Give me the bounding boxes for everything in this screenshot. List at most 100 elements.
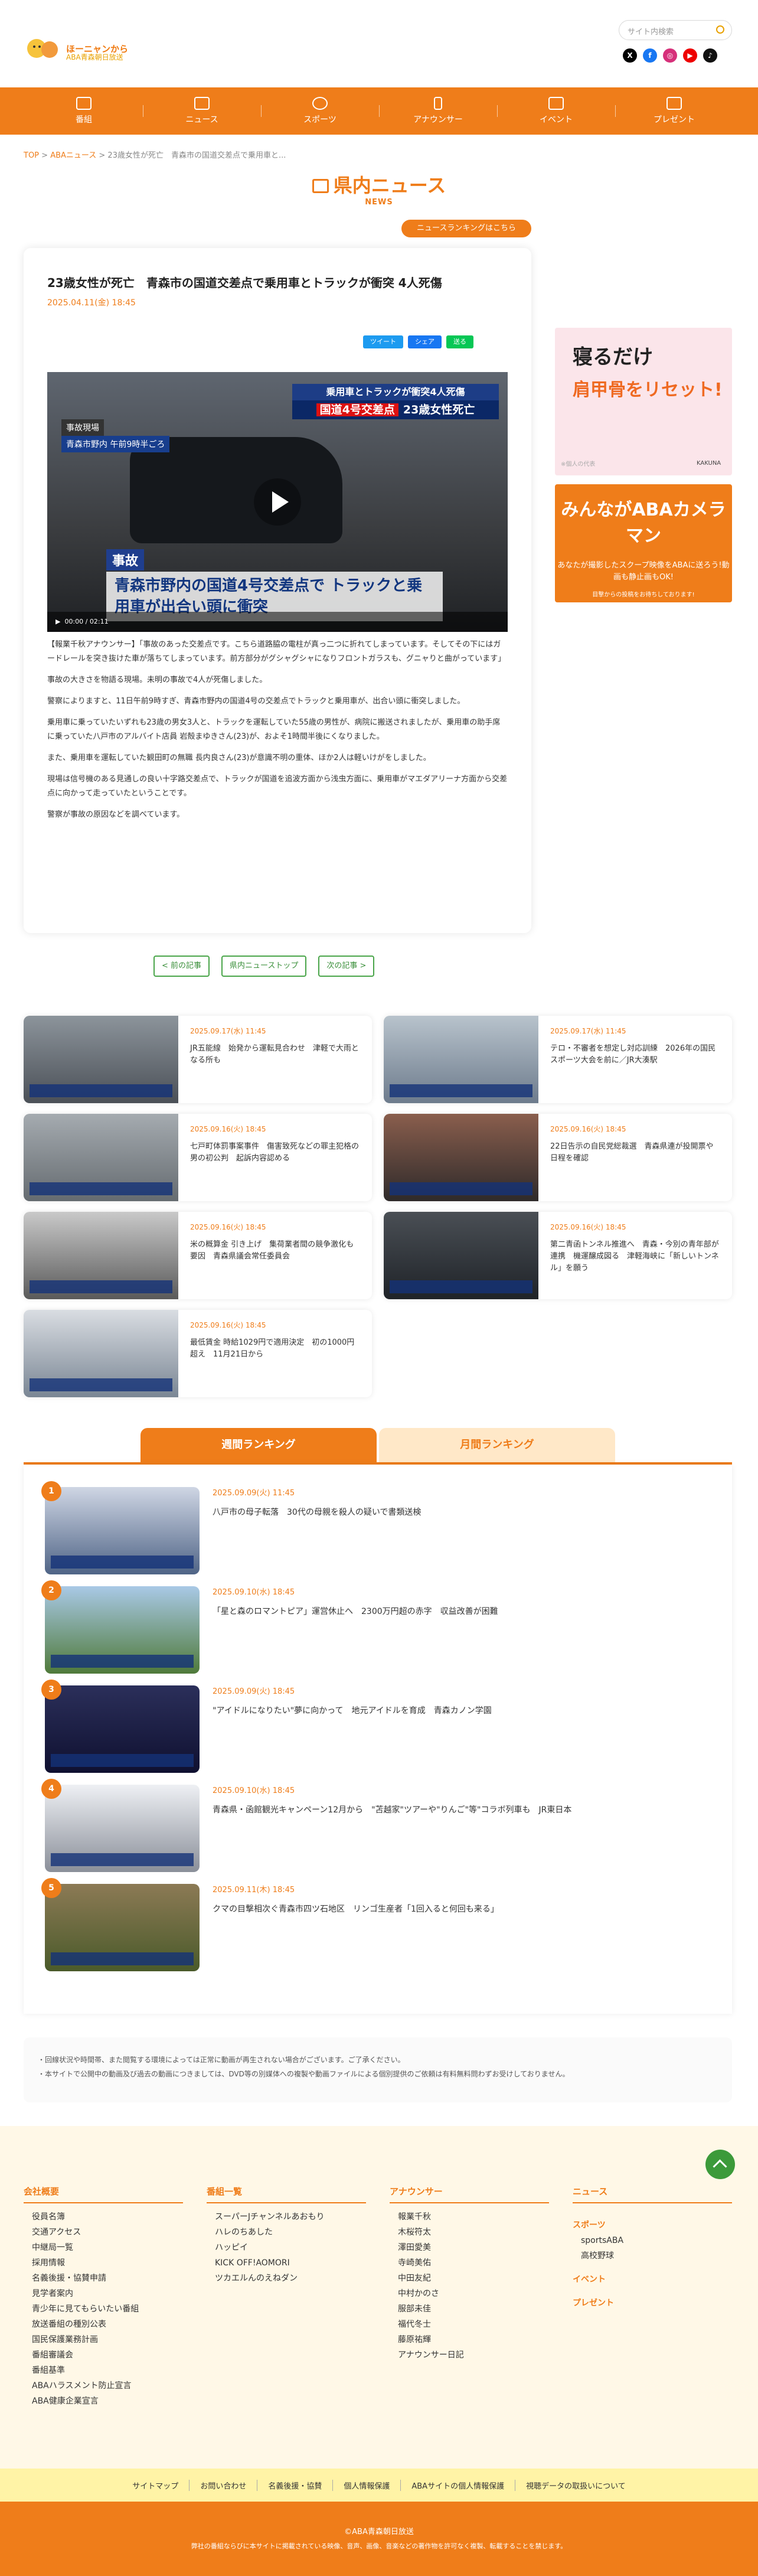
play-control-icon[interactable]: ▶ (55, 618, 60, 625)
ranking-item[interactable]: 5 2025.09.11(木) 18:45 クマの目撃相次ぐ青森市四ツ石地区 リンゴ… (41, 1878, 711, 1971)
footer-col-announcers: アナウンサー 報業千秋 木桜符太 澤田愛美 寺崎美佑 中田友紀 中村かのさ 服部… (390, 2185, 549, 2363)
footer-link[interactable]: 福代冬士 (390, 2317, 549, 2332)
ranking-item[interactable]: 1 2025.09.09(火) 11:45 八戸市の母子転落 30代の母親を殺人の疑… (41, 1481, 711, 1574)
footer-link[interactable]: ハッピイ (207, 2240, 366, 2255)
news-top-button[interactable]: 県内ニューストップ (221, 956, 307, 977)
footer-bottom-link[interactable]: 視聴データの取扱いについて (515, 2479, 636, 2491)
tab-monthly-ranking[interactable]: 月間ランキング (379, 1428, 615, 1462)
footer-bottom-link[interactable]: 個人情報保護 (332, 2479, 400, 2491)
footer-bottom-link[interactable]: 名義後援・協賛 (257, 2479, 332, 2491)
footer-bottom-link[interactable]: サイトマップ (122, 2480, 189, 2491)
footer-link[interactable]: 国民保護業務計画 (24, 2332, 183, 2347)
nav-news[interactable]: ニュース (143, 87, 261, 135)
video-controls[interactable]: ▶ 00:00 / 02:11 (47, 612, 508, 632)
footer-link[interactable]: 見学者案内 (24, 2286, 183, 2301)
footer-link[interactable]: 中田友紀 (390, 2271, 549, 2286)
footer-link[interactable]: 放送番組の種別公表 (24, 2317, 183, 2332)
footer-link[interactable]: 名義後援・協賛申請 (24, 2271, 183, 2286)
footer-link[interactable]: 高校野球 (573, 2248, 732, 2264)
nav-present[interactable]: プレゼント (615, 87, 733, 135)
facebook-icon[interactable]: f (643, 48, 657, 63)
rank-number: 2 (41, 1580, 61, 1600)
footer-heading[interactable]: アナウンサー (390, 2185, 549, 2203)
footer-link[interactable]: ハレのちあした (207, 2225, 366, 2240)
news-tile[interactable]: 2025.09.16(火) 18:45 第二青函トンネル推進へ 青森・今別の青年部… (384, 1212, 732, 1299)
nav-announcers[interactable]: アナウンサー (379, 87, 497, 135)
news-tile[interactable]: 2025.09.16(火) 18:45 七戸町体罰事案事件 傷害致死などの罪主犯格… (24, 1114, 372, 1201)
footer-link[interactable]: 中継局一覧 (24, 2240, 183, 2255)
footer-subheading[interactable]: プレゼント (573, 2287, 732, 2311)
nav-programs[interactable]: 番組 (25, 87, 143, 135)
breadcrumb: TOP > ABAニュース > 23歳女性が死亡 青森市の国道交差点で乗用車と.… (24, 151, 286, 160)
footer-link[interactable]: 服部未佳 (390, 2301, 549, 2317)
video-player[interactable]: 乗用車とトラックが衝突4人死傷 国道4号交差点 23歳女性死亡 事故現場 青森市野… (47, 372, 508, 632)
footer-link[interactable]: 中村かのさ (390, 2286, 549, 2301)
nav-sports[interactable]: スポーツ (261, 87, 379, 135)
footer-link[interactable]: 報業千秋 (390, 2209, 549, 2225)
footer-link[interactable]: 寺崎美佑 (390, 2255, 549, 2271)
footer-link[interactable]: 澤田愛美 (390, 2240, 549, 2255)
page-top-button[interactable] (705, 2150, 735, 2179)
line-share-button[interactable]: 送る (446, 335, 473, 348)
ranking-link-button[interactable]: ニュースランキングはこちら (401, 220, 531, 237)
footer-link[interactable]: sportsABA (573, 2233, 732, 2248)
ad-banner-pillow[interactable]: 寝るだけ 肩甲骨をリセット! ※個人の代表 KAKUNA (555, 328, 732, 475)
calendar-icon (548, 97, 564, 110)
prev-article-button[interactable]: < 前の記事 (153, 956, 210, 977)
site-logo[interactable]: ほーニャンから ABA青森朝日放送 (24, 34, 148, 63)
footer-link[interactable]: ABAハラスメント防止宣言 (24, 2378, 183, 2394)
footer-link[interactable]: 木桜符太 (390, 2225, 549, 2240)
footer-link[interactable]: 交通アクセス (24, 2225, 183, 2240)
footer-link[interactable]: スーパーJチャンネルあおもり (207, 2209, 366, 2225)
play-icon[interactable] (254, 478, 301, 526)
youtube-icon[interactable]: ▶ (683, 48, 697, 63)
facebook-share-button[interactable]: シェア (408, 335, 442, 348)
video-time: 00:00 / 02:11 (64, 618, 109, 625)
instagram-icon[interactable]: ◎ (663, 48, 677, 63)
footer-copyright: ©ABA青森朝日放送 弊社の番組ならびに本サイトに掲載されている映像、音声、画像… (0, 2502, 758, 2576)
footer-heading[interactable]: 番組一覧 (207, 2185, 366, 2203)
news-tile[interactable]: 2025.09.16(火) 18:45 22日告示の自民党総裁選 青森県連が投開票… (384, 1114, 732, 1201)
footer-heading[interactable]: 会社概要 (24, 2185, 183, 2203)
ranking-item[interactable]: 4 2025.09.10(水) 18:45 青森県・函館観光キャンペーン12月から … (41, 1779, 711, 1872)
tiktok-icon[interactable]: ♪ (703, 48, 717, 63)
notice-line: ・回線状況や時間帯、また閲覧する環境によっては正常に動画が再生されない場合がござ… (38, 2056, 405, 2064)
tweet-button[interactable]: ツイート (363, 335, 403, 348)
x-icon[interactable]: X (623, 48, 637, 63)
footer-bottom-link[interactable]: ABAサイトの個人情報保護 (400, 2479, 515, 2491)
footer-link[interactable]: 藤原祐輝 (390, 2332, 549, 2347)
footer-link[interactable]: 番組基準 (24, 2363, 183, 2378)
search-icon[interactable] (716, 25, 724, 34)
search-input[interactable]: サイト内検索 (619, 20, 732, 40)
footer-bottom-link[interactable]: お問い合わせ (189, 2479, 257, 2491)
news-tile[interactable]: 2025.09.16(火) 18:45 最低賃金 時給1029円で適用決定 初の1… (24, 1310, 372, 1397)
footer-link[interactable]: KICK OFF!AOMORI (207, 2255, 366, 2271)
next-article-button[interactable]: 次の記事 > (318, 956, 375, 977)
ranking-date: 2025.09.10(水) 18:45 (213, 1786, 295, 1795)
news-tile[interactable]: 2025.09.17(水) 11:45 テロ・不審者を想定し対応訓練 2026年の… (384, 1016, 732, 1103)
video-caption-sub-text: 23歳女性死亡 (403, 403, 475, 416)
tab-weekly-ranking[interactable]: 週間ランキング (141, 1428, 377, 1462)
article-paragraph: また、乗用車を運転していた観田町の無職 長内良さん(23)が意識不明の重体、ほか… (47, 754, 431, 762)
footer-heading[interactable]: ニュース (573, 2185, 732, 2203)
breadcrumb-news[interactable]: ABAニュース (50, 151, 96, 160)
ad-banner-camera[interactable]: みんながABAカメラマン あなたが撮影したスクープ映像をABAに送ろう!動画も静… (555, 484, 732, 602)
ranking-thumbnail (45, 1884, 200, 1971)
footer-link[interactable]: 役員名簿 (24, 2209, 183, 2225)
ranking-item[interactable]: 3 2025.09.09(火) 18:45 "アイドルになりたい"夢に向かって 地元… (41, 1680, 711, 1773)
ranking-item[interactable]: 2 2025.09.10(水) 18:45 「星と森のロマントピア」運営休止へ 23… (41, 1580, 711, 1674)
news-tile[interactable]: 2025.09.16(火) 18:45 米の概算金 引き上げ 集荷業者間の競争激化… (24, 1212, 372, 1299)
footer-link[interactable]: 青少年に見てもらいたい番組 (24, 2301, 183, 2317)
nav-events[interactable]: イベント (497, 87, 615, 135)
footer-link[interactable]: ABA健康企業宣言 (24, 2394, 183, 2409)
news-tile[interactable]: 2025.09.17(水) 11:45 JR五能線 始発から運転見合わせ 津軽で大… (24, 1016, 372, 1103)
article-paragraph: 【報業千秋アナウンサー】「事故のあった交差点です。こちら道路脇の電柱が真っ二つに… (47, 640, 506, 663)
footer-subheading[interactable]: イベント (573, 2264, 732, 2287)
footer-link[interactable]: 番組審議会 (24, 2347, 183, 2363)
footer-subheading[interactable]: スポーツ (573, 2209, 732, 2233)
breadcrumb-top[interactable]: TOP (24, 151, 39, 160)
main-nav: 番組 ニュース スポーツ アナウンサー イベント プレゼント (0, 87, 758, 135)
footer-link[interactable]: アナウンサー日記 (390, 2347, 549, 2363)
footer-link[interactable]: ツカエルんのえねダン (207, 2271, 366, 2286)
footer-link[interactable]: 採用情報 (24, 2255, 183, 2271)
